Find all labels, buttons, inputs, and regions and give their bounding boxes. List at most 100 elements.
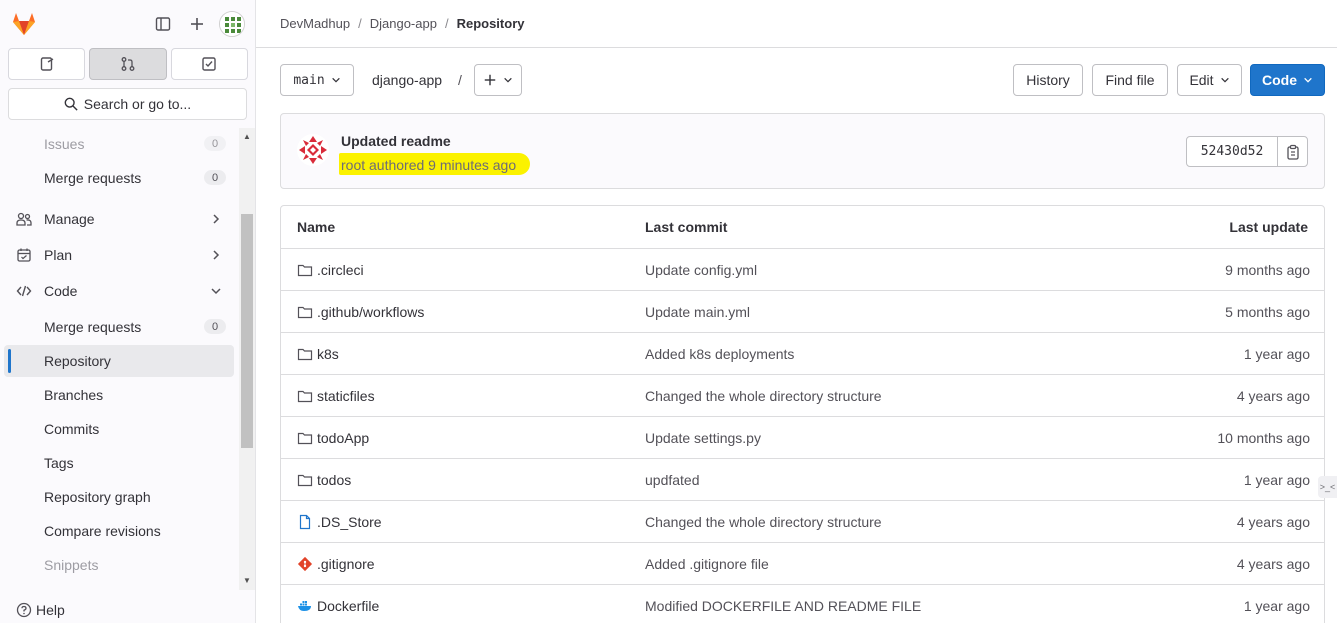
sidebar-item-label: Merge requests [44,170,142,186]
scroll-down-icon[interactable]: ▼ [243,576,251,585]
todos-tab[interactable] [170,48,248,80]
folder-icon [297,430,313,446]
add-to-tree-dropdown[interactable] [474,64,522,96]
sidebar-item-merge-requests[interactable]: Merge requests 0 [0,162,234,194]
edit-dropdown[interactable]: Edit [1177,64,1242,96]
file-name[interactable]: .circleci [317,262,364,278]
commit-sha[interactable]: 52430d52 [1186,136,1278,167]
sidebar-item-manage[interactable]: Manage [0,203,234,235]
scroll-up-icon[interactable]: ▲ [243,132,251,141]
commit-message[interactable]: Modified DOCKERFILE AND README FILE [645,585,921,623]
search-button[interactable]: Search or go to... [8,88,247,120]
copy-icon [1286,144,1299,160]
issues-tab[interactable] [8,48,86,80]
copy-sha-button[interactable] [1277,136,1308,167]
table-row[interactable]: Dockerfile Modified DOCKERFILE AND README… [281,584,1324,623]
folder-icon [297,388,313,404]
chevron-down-icon [208,283,224,299]
commit-message[interactable]: Changed the whole directory structure [645,375,882,417]
table-row[interactable]: k8s Added k8s deployments 1 year ago [281,332,1324,375]
sidebar-item-label: Repository [44,353,111,369]
commit-message[interactable]: Changed the whole directory structure [645,501,882,543]
file-name-cell[interactable]: todos [297,459,351,501]
breadcrumb-current[interactable]: Repository [457,16,525,31]
table-row[interactable]: staticfiles Changed the whole directory s… [281,374,1324,417]
sidebar-item-compare-revisions[interactable]: Compare revisions [0,515,234,547]
sidebar-scrollbar[interactable]: ▲ ▼ [239,128,255,590]
commit-message[interactable]: Update config.yml [645,249,757,291]
last-update-time: 1 year ago [1243,472,1310,488]
file-name-cell[interactable]: staticfiles [297,375,375,417]
table-row[interactable]: .circleci Update config.yml 9 months ago [281,248,1324,291]
code-dropdown[interactable]: Code [1250,64,1325,96]
calendar-icon [16,247,32,263]
file-name[interactable]: .gitignore [317,556,375,572]
sidebar-item-snippets[interactable]: Snippets [0,549,234,581]
file-name-cell[interactable]: .circleci [297,249,364,291]
file-name[interactable]: .github/workflows [317,304,424,320]
file-name-cell[interactable]: .gitignore [297,543,375,585]
sidebar-top [0,0,256,48]
sidebar-item-plan[interactable]: Plan [0,239,234,271]
column-header-last-commit: Last commit [645,219,728,235]
commit-message[interactable]: Update main.yml [645,291,750,333]
sidebar-toggle-icon[interactable] [152,13,174,35]
commit-message[interactable]: Added .gitignore file [645,543,769,585]
file-name[interactable]: todos [317,472,351,488]
plus-icon[interactable] [186,13,208,35]
repo-path[interactable]: django-app [372,72,442,88]
commit-message[interactable]: Added k8s deployments [645,333,794,375]
file-name-cell[interactable]: .github/workflows [297,291,424,333]
file-name-cell[interactable]: Dockerfile [297,585,379,623]
commit-author-avatar[interactable] [297,134,329,166]
commit-message[interactable]: updfated [645,459,700,501]
file-name[interactable]: .DS_Store [317,514,382,530]
sidebar-item-branches[interactable]: Branches [0,379,234,411]
sidebar-item-commits[interactable]: Commits [0,413,234,445]
table-row[interactable]: .gitignore Added .gitignore file 4 years a… [281,542,1324,585]
sidebar-item-tags[interactable]: Tags [0,447,234,479]
last-update-time: 4 years ago [1236,388,1310,404]
branch-selector[interactable]: main [280,64,354,96]
history-label: History [1026,72,1070,88]
side-panel-toggle[interactable]: >_< [1318,476,1337,498]
sidebar-item-label: Manage [44,211,95,227]
last-update-time: 5 months ago [1225,304,1310,320]
file-name-cell[interactable]: todoApp [297,417,369,459]
merge-requests-tab[interactable] [89,48,167,80]
file-name[interactable]: todoApp [317,430,369,446]
file-name[interactable]: Dockerfile [317,598,379,614]
table-row[interactable]: todos updfated 1 year ago [281,458,1324,501]
file-name[interactable]: k8s [317,346,339,362]
gitlab-logo-icon[interactable] [10,10,38,38]
merge-request-icon [121,57,135,71]
file-name-cell[interactable]: k8s [297,333,339,375]
commit-title[interactable]: Updated readme [341,133,451,149]
file-name-cell[interactable]: .DS_Store [297,501,382,543]
scrollbar-thumb[interactable] [241,214,253,448]
table-row[interactable]: .DS_Store Changed the whole directory str… [281,500,1324,543]
sidebar-tabs [8,48,248,80]
plus-icon [484,74,496,86]
sidebar-item-code[interactable]: Code [0,275,234,307]
sidebar-item-repository-graph[interactable]: Repository graph [0,481,234,513]
table-row[interactable]: .github/workflows Update main.yml 5 months… [281,290,1324,333]
breadcrumb-item[interactable]: Django-app [370,16,437,31]
sidebar-item-repository[interactable]: Repository [4,345,234,377]
history-button[interactable]: History [1013,64,1083,96]
breadcrumb-item[interactable]: DevMadhup [280,16,350,31]
todo-icon [202,57,217,71]
sidebar-item-code-merge-requests[interactable]: Merge requests 0 [0,311,234,343]
last-update-time: 4 years ago [1236,556,1310,572]
user-avatar[interactable] [219,11,245,37]
find-file-button[interactable]: Find file [1092,64,1168,96]
last-update-time: 10 months ago [1217,430,1310,446]
file-name[interactable]: staticfiles [317,388,375,404]
issues-count-badge: 0 [204,136,226,151]
merge-requests-count-badge: 0 [204,170,226,185]
commit-message[interactable]: Update settings.py [645,417,761,459]
table-row[interactable]: todoApp Update settings.py 10 months ago [281,416,1324,459]
help-button[interactable]: Help [16,602,65,618]
sidebar-item-issues[interactable]: Issues 0 [0,128,234,160]
chevron-down-icon [331,77,340,83]
